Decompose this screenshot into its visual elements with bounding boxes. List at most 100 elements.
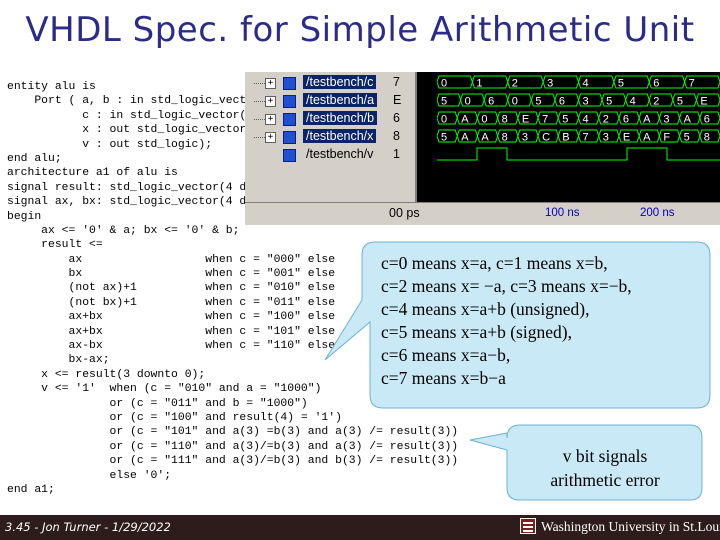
waveform-segment: 6 — [699, 111, 720, 126]
time-tick: 100 ns — [545, 207, 580, 219]
waveform-segment: 2 — [648, 93, 674, 108]
waveform-segment: A — [638, 129, 660, 144]
callout-line: v bit signals — [562, 446, 648, 466]
waveform-segment: F — [658, 129, 681, 144]
code-line: ax <= '0' & a; bx <= '0' & b; — [7, 224, 240, 237]
segment-value: A — [461, 132, 469, 144]
expand-icon[interactable]: + — [254, 96, 276, 107]
signal-name[interactable]: /testbench/a — [303, 93, 378, 107]
signal-row[interactable]: /testbench/v 1 — [245, 146, 415, 164]
segment-value: 6 — [653, 78, 659, 90]
university-logo-icon — [520, 518, 536, 534]
signal-name[interactable]: /testbench/c — [303, 75, 377, 89]
waveform-segment: 0 — [437, 111, 458, 126]
waveform-segment: 5 — [679, 129, 701, 144]
signal-name[interactable]: /testbench/x — [303, 129, 377, 143]
segment-value: 5 — [618, 78, 624, 90]
segment-value: 6 — [623, 114, 629, 126]
signal-row[interactable]: + /testbench/a E — [245, 92, 415, 110]
waveform-segment: A — [679, 111, 701, 126]
waveform-segment: A — [456, 111, 478, 126]
segment-value: C — [542, 132, 550, 144]
waveform-segment: 5 — [437, 129, 458, 144]
segment-value: 5 — [677, 96, 683, 108]
waveform-segment: 5 — [601, 93, 627, 108]
signal-row[interactable]: + /testbench/x 8 — [245, 128, 415, 146]
segment-value: B — [562, 132, 569, 144]
time-tick: 200 ns — [640, 207, 675, 219]
segment-value: 0 — [441, 114, 447, 126]
segment-value: 5 — [535, 96, 541, 108]
segment-value: 7 — [689, 78, 695, 90]
segment-value: E — [700, 96, 707, 108]
expand-icon[interactable]: + — [254, 114, 276, 125]
callout-line: c=0 means x=a, c=1 means x=b, — [381, 253, 608, 273]
segment-value: A — [643, 132, 651, 144]
waveform-segment: 3 — [598, 129, 620, 144]
code-line: result <= — [7, 239, 103, 252]
segment-value: 4 — [630, 96, 636, 108]
waveform-segment: 7 — [684, 75, 720, 90]
code-line: or (c = "101" and a(3) =b(3) and a(3) /=… — [7, 426, 459, 439]
waveform-segment: 2 — [598, 111, 620, 126]
segment-value: 3 — [583, 96, 589, 108]
waveform-viewer: + /testbench/c 7 + /testbench/a E + /testbench/… — [245, 72, 720, 225]
signal-icon — [283, 149, 296, 162]
waveform-segment: 0 — [507, 93, 532, 108]
callout-line: c=6 means x=a−b, — [381, 345, 511, 365]
waveform-segment: 6 — [648, 75, 686, 90]
segment-value: 8 — [704, 132, 710, 144]
waveform-segment: E — [517, 111, 539, 126]
waveform-segment: 5 — [672, 93, 697, 108]
segment-value: 5 — [441, 132, 447, 144]
segment-value: 2 — [512, 78, 518, 90]
segment-value: 2 — [603, 114, 609, 126]
signal-name[interactable]: /testbench/v — [303, 147, 376, 161]
segment-value: 0 — [481, 114, 487, 126]
waveform-segment: 3 — [517, 129, 539, 144]
signal-name[interactable]: /testbench/b — [303, 111, 378, 125]
waveform-segment: C — [537, 129, 559, 144]
callout-line: c=5 means x=a+b (signed), — [381, 322, 572, 342]
waveform-segment: 1 — [471, 75, 509, 90]
segment-value: 3 — [663, 114, 669, 126]
expand-icon[interactable]: + — [254, 132, 276, 143]
segment-value: 8 — [502, 132, 508, 144]
waveform-segment: 6 — [554, 93, 580, 108]
waveform-segment: 6 — [618, 111, 640, 126]
segment-value: F — [663, 132, 670, 144]
signal-icon — [283, 77, 296, 90]
segment-value: E — [623, 132, 630, 144]
footer-slide-info: 3.45 - Jon Turner - 1/29/2022 — [5, 520, 171, 534]
segment-value: 6 — [704, 114, 710, 126]
waveform-segment: 0 — [476, 111, 499, 126]
signal-value: 1 — [393, 147, 400, 161]
segment-value: 3 — [603, 132, 609, 144]
code-line: or (c = "011" and b = "1000") — [7, 397, 308, 410]
signal-row[interactable]: + /testbench/c 7 — [245, 74, 415, 92]
signal-row[interactable]: + /testbench/b 6 — [245, 110, 415, 128]
signal-icon — [283, 113, 296, 126]
segment-value: 4 — [583, 114, 589, 126]
segment-value: A — [643, 114, 651, 126]
segment-value: 3 — [547, 78, 553, 90]
time-axis: 00 ps 100 ns 200 ns — [245, 202, 720, 225]
segment-value: 6 — [488, 96, 494, 108]
segment-value: 7 — [583, 132, 589, 144]
footer-bar: 3.45 - Jon Turner - 1/29/2022 Washington… — [0, 515, 720, 540]
segment-value: 6 — [559, 96, 565, 108]
segment-value: 0 — [465, 96, 471, 108]
cursor-time: 00 ps — [389, 206, 420, 220]
segment-value: 4 — [583, 78, 589, 90]
waveform-segment: E — [618, 129, 640, 144]
slide-title: VHDL Spec. for Simple Arithmetic Unit — [25, 10, 695, 50]
segment-value: 1 — [476, 78, 482, 90]
segment-value: 2 — [653, 96, 659, 108]
waveform-segment: 5 — [437, 93, 462, 108]
waveform-segment: 3 — [658, 111, 681, 126]
expand-icon[interactable]: + — [254, 78, 276, 89]
waveform-segment: 4 — [577, 111, 600, 126]
signal-value: 8 — [393, 129, 400, 143]
waveform-segment: 4 — [577, 75, 615, 90]
segment-value: 5 — [684, 132, 690, 144]
